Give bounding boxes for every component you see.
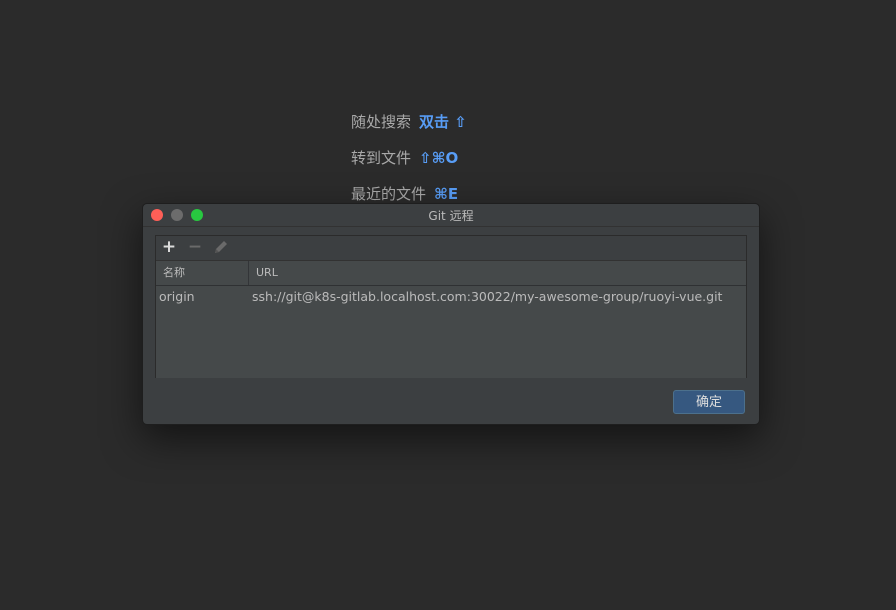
plus-icon[interactable]: + [160, 238, 178, 256]
dialog-title: Git 远程 [428, 209, 474, 223]
pencil-icon[interactable] [212, 238, 230, 256]
remotes-table-header: 名称 URL [156, 261, 746, 286]
dialog-titlebar[interactable]: Git 远程 [143, 204, 759, 227]
hint-label: 转到文件 [351, 149, 412, 167]
pencil-icon-graphic [215, 241, 227, 253]
hint-search-everywhere: 随处搜索 双击 ⇧ [351, 110, 467, 146]
remotes-toolbar: + − [156, 236, 746, 261]
git-remotes-dialog: Git 远程 + − 名称 URL origin ssh://git@k8s-g… [142, 203, 760, 425]
hint-shortcut: 双击 ⇧ [419, 113, 467, 131]
hint-shortcut: ⌘E [434, 185, 459, 203]
column-header-url[interactable]: URL [249, 261, 278, 285]
hint-label: 最近的文件 [351, 185, 427, 203]
remotes-table-body: origin ssh://git@k8s-gitlab.localhost.co… [156, 286, 746, 378]
remotes-panel: + − 名称 URL origin ssh://git@k8s-gitlab.l… [155, 235, 747, 378]
hint-label: 随处搜索 [351, 113, 412, 131]
hint-go-to-file: 转到文件 ⇧⌘O [351, 146, 467, 182]
minus-icon[interactable]: − [186, 238, 204, 256]
hint-shortcut: ⇧⌘O [419, 149, 459, 167]
table-row[interactable]: origin ssh://git@k8s-gitlab.localhost.co… [156, 286, 746, 308]
remote-url-cell[interactable]: ssh://git@k8s-gitlab.localhost.com:30022… [249, 286, 722, 308]
column-header-name[interactable]: 名称 [156, 261, 249, 285]
welcome-hints: 随处搜索 双击 ⇧ 转到文件 ⇧⌘O 最近的文件 ⌘E [351, 110, 467, 218]
remote-name-cell[interactable]: origin [156, 286, 249, 308]
ok-button[interactable]: 确定 [673, 390, 745, 414]
